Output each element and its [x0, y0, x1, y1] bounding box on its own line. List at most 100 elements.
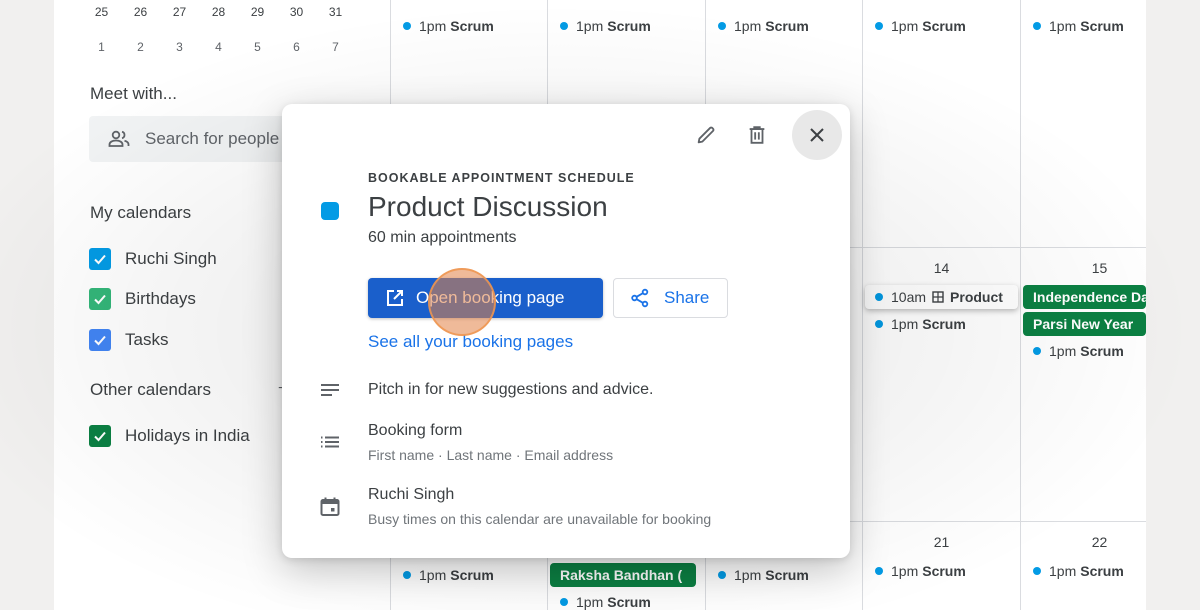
- event-dot: [560, 22, 568, 30]
- day-number[interactable]: 22: [1021, 532, 1146, 552]
- holiday-chip[interactable]: Raksha Bandhan (: [550, 563, 696, 587]
- day-number[interactable]: 14: [863, 258, 1020, 278]
- event-chip[interactable]: 1pm Scrum: [550, 14, 703, 38]
- day-cell[interactable]: 21 1pm Scrum: [863, 532, 1020, 586]
- open-booking-page-button[interactable]: Open booking page: [368, 278, 603, 318]
- mini-calendar-week: 1 2 3 4 5 6 7: [82, 40, 355, 54]
- trash-icon: [749, 126, 765, 144]
- day-cell[interactable]: 14 10am Product 1pm Scrum: [863, 258, 1020, 339]
- event-time: 1pm: [1049, 343, 1077, 359]
- holiday-chip[interactable]: Independence Day: [1023, 285, 1146, 309]
- mini-calendar-day[interactable]: 4: [199, 40, 238, 54]
- event-dot: [875, 320, 883, 328]
- day-cell[interactable]: 1pm Scrum: [706, 11, 863, 41]
- event-time: 1pm: [734, 18, 762, 34]
- event-title: Scrum: [1080, 563, 1124, 579]
- day-cell[interactable]: Raksha Bandhan ( 1pm Scrum: [548, 560, 698, 610]
- event-chip[interactable]: 1pm Scrum: [865, 312, 1018, 336]
- day-cell[interactable]: 1pm Scrum: [1021, 11, 1146, 41]
- event-time: 1pm: [891, 563, 919, 579]
- day-cell[interactable]: 1pm Scrum: [863, 11, 1020, 41]
- event-title: Scrum: [607, 594, 651, 610]
- delete-button[interactable]: [737, 115, 777, 155]
- event-chip[interactable]: 1pm Scrum: [393, 14, 546, 38]
- event-title: Scrum: [922, 316, 966, 332]
- check-icon: [94, 294, 106, 305]
- share-icon: [631, 288, 649, 308]
- calendar-icon: [320, 497, 340, 516]
- event-chip[interactable]: 1pm Scrum: [550, 590, 696, 610]
- mini-calendar-week: 25 26 27 28 29 30 31: [82, 5, 355, 19]
- calendar-label: Ruchi Singh: [125, 249, 217, 268]
- edit-button[interactable]: [686, 115, 726, 155]
- checkbox[interactable]: [89, 248, 111, 270]
- share-button[interactable]: Share: [613, 278, 728, 318]
- event-time: 1pm: [1049, 563, 1077, 579]
- event-dot: [1033, 22, 1041, 30]
- day-cell[interactable]: 1pm Scrum: [391, 11, 548, 41]
- close-button[interactable]: [792, 110, 842, 160]
- mini-calendar-day[interactable]: 31: [316, 5, 355, 19]
- appointment-duration: 60 min appointments: [368, 229, 517, 246]
- mini-calendar-day[interactable]: 6: [277, 40, 316, 54]
- checkbox[interactable]: [89, 329, 111, 351]
- event-dot: [560, 598, 568, 606]
- event-title: Scrum: [922, 18, 966, 34]
- event-chip[interactable]: 1pm Scrum: [865, 14, 1018, 38]
- event-chip[interactable]: 1pm Scrum: [393, 563, 546, 587]
- event-time: 10am: [891, 289, 927, 305]
- event-dot: [1033, 567, 1041, 575]
- calendar-color-swatch: [321, 202, 339, 220]
- event-chip[interactable]: 1pm Scrum: [1023, 559, 1146, 583]
- close-icon: [810, 128, 824, 142]
- other-calendars-heading[interactable]: Other calendars: [90, 380, 211, 400]
- mini-calendar-day[interactable]: 27: [160, 5, 199, 19]
- mini-calendar-day[interactable]: 29: [238, 5, 277, 19]
- mini-calendar-day[interactable]: 26: [121, 5, 160, 19]
- mini-calendar-day[interactable]: 2: [121, 40, 160, 54]
- my-calendars-heading[interactable]: My calendars: [90, 203, 191, 223]
- day-cell[interactable]: 1pm Scrum: [706, 560, 863, 590]
- day-cell[interactable]: 15 Independence Day Parsi New Year 1pm Sc…: [1021, 258, 1146, 366]
- event-time: 1pm: [734, 567, 762, 583]
- mini-calendar-day[interactable]: 3: [160, 40, 199, 54]
- day-number[interactable]: 21: [863, 532, 1020, 552]
- mini-calendar-day[interactable]: 7: [316, 40, 355, 54]
- event-title: Scrum: [1080, 18, 1124, 34]
- checkbox[interactable]: [89, 425, 111, 447]
- calendar-item-tasks[interactable]: Tasks: [89, 329, 168, 351]
- calendar-item-birthdays[interactable]: Birthdays: [89, 288, 196, 310]
- description-icon: [321, 384, 339, 396]
- event-dot: [403, 22, 411, 30]
- day-cell[interactable]: 22 1pm Scrum: [1021, 532, 1146, 586]
- see-all-booking-pages-link[interactable]: See all your booking pages: [368, 332, 573, 352]
- event-chip[interactable]: 1pm Scrum: [865, 559, 1018, 583]
- check-icon: [94, 335, 106, 346]
- event-title: Product: [950, 289, 1003, 305]
- mini-calendar-day[interactable]: 1: [82, 40, 121, 54]
- day-number[interactable]: 15: [1021, 258, 1146, 278]
- holiday-chip[interactable]: Parsi New Year: [1023, 312, 1146, 336]
- day-cell[interactable]: 1pm Scrum: [391, 560, 548, 590]
- event-time: 1pm: [419, 18, 447, 34]
- schedule-title: Product Discussion: [368, 191, 608, 222]
- mini-calendar-day[interactable]: 5: [238, 40, 277, 54]
- list-icon: [321, 436, 339, 448]
- event-chip[interactable]: 1pm Scrum: [1023, 14, 1146, 38]
- event-chip[interactable]: 1pm Scrum: [708, 14, 861, 38]
- mini-calendar-day[interactable]: 30: [277, 5, 316, 19]
- event-chip-appointment[interactable]: 10am Product: [865, 285, 1018, 309]
- checkbox[interactable]: [89, 288, 111, 310]
- mini-calendar-day[interactable]: 25: [82, 5, 121, 19]
- meet-with-heading: Meet with...: [90, 84, 177, 103]
- share-label: Share: [664, 288, 710, 307]
- event-title: Scrum: [607, 18, 651, 34]
- mini-calendar-day[interactable]: 28: [199, 5, 238, 19]
- event-chip[interactable]: 1pm Scrum: [708, 563, 861, 587]
- calendar-item-holidays-india[interactable]: Holidays in India: [89, 425, 250, 447]
- calendar-item-ruchi-singh[interactable]: Ruchi Singh: [89, 248, 217, 270]
- day-cell[interactable]: 1pm Scrum: [548, 11, 705, 41]
- event-chip[interactable]: 1pm Scrum: [1023, 339, 1144, 363]
- schedule-type-label: BOOKABLE APPOINTMENT SCHEDULE: [368, 171, 635, 185]
- event-title: Scrum: [765, 18, 809, 34]
